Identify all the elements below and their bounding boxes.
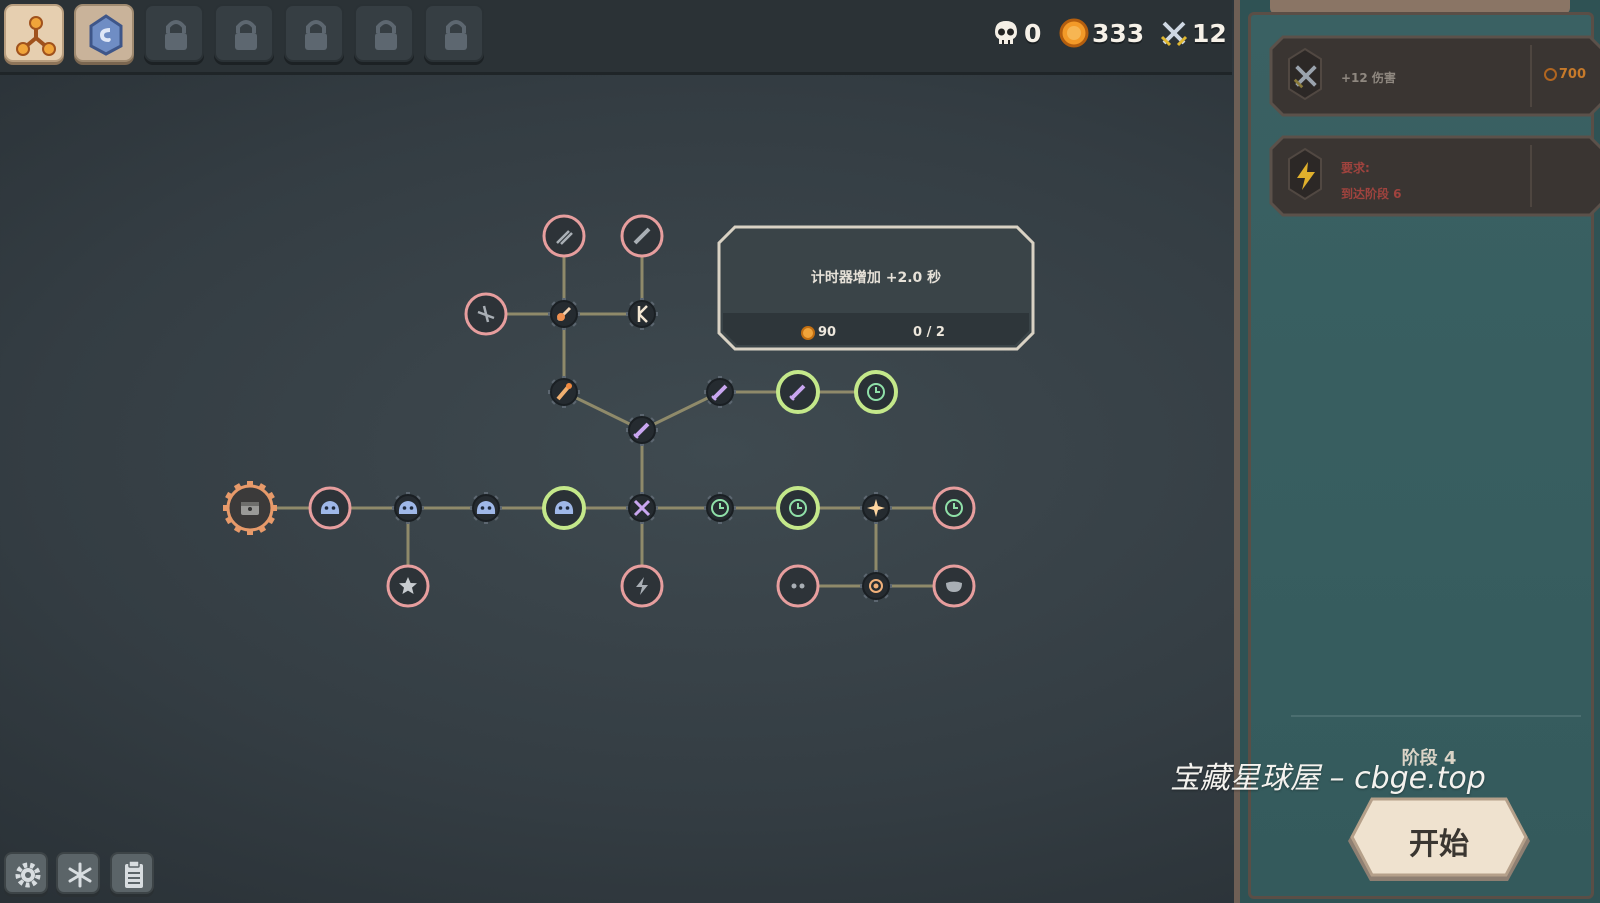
tooltip-cost: 90 (801, 325, 836, 340)
card-requirement-label: 要求: (1341, 161, 1370, 175)
tab-locked-2[interactable] (214, 4, 274, 62)
coins-counter: 333 (1058, 16, 1144, 50)
skill-node-sw4[interactable] (854, 370, 898, 414)
gear-chest-icon (241, 502, 259, 515)
skill-node-n6[interactable] (704, 492, 736, 524)
coin-icon (1059, 18, 1089, 48)
swords-damage-icon (1160, 21, 1188, 47)
tooltip-description: 计时器增加 +2.0 秒 (810, 270, 942, 286)
skill-node-n2[interactable] (392, 492, 424, 524)
skill-node-fire[interactable] (548, 298, 580, 330)
upgrade-card-damage[interactable]: +12 伤害 700 (1269, 35, 1600, 117)
tab-locked-3[interactable] (284, 4, 344, 62)
card-requirement-text: 到达阶段 6 (1341, 187, 1402, 201)
skill-node-b3[interactable] (932, 564, 976, 608)
skill-node-n8[interactable] (860, 492, 892, 524)
tab-rune[interactable] (74, 4, 134, 62)
skill-node-rune[interactable] (626, 298, 658, 330)
lock-icon (235, 20, 257, 50)
skill-node-sw[interactable] (626, 414, 658, 446)
lock-icon (375, 20, 397, 50)
skill-node-blade[interactable] (620, 214, 664, 258)
tab-skill-tree[interactable] (4, 4, 64, 62)
coin-icon (1543, 68, 1557, 81)
skill-tree (223, 214, 976, 608)
snowflake-icon (68, 862, 92, 888)
clipboard-icon (125, 860, 143, 888)
lightning-icon (1297, 162, 1315, 190)
skill-node-n7[interactable] (776, 486, 820, 530)
card-damage-cost-value: 700 (1558, 67, 1586, 82)
skill-node-b1[interactable] (776, 564, 820, 608)
skill-node-sw2[interactable] (704, 376, 736, 408)
tree-icon (16, 16, 56, 56)
damage-value: 12 (1192, 18, 1227, 48)
top-bar: 0 333 12 (0, 0, 1232, 75)
skull-icon (995, 21, 1017, 44)
watermark: 宝藏星球屋 – cbge.top (1170, 761, 1486, 796)
start-button-label: 开始 (1409, 827, 1469, 862)
skill-node-sw3[interactable] (776, 370, 820, 414)
skill-node-n3[interactable] (470, 492, 502, 524)
panel-divider (1291, 715, 1581, 717)
skill-node-bow[interactable] (464, 292, 508, 336)
tooltip-cost-value: 90 (818, 325, 837, 340)
tooltip-frame (717, 225, 1035, 351)
skill-node-b2[interactable] (860, 570, 892, 602)
skill-node-star[interactable] (386, 564, 430, 608)
settings-button[interactable] (4, 852, 48, 894)
notes-button[interactable] (110, 852, 154, 894)
coins-value: 333 (1092, 18, 1145, 48)
skill-tooltip: 计时器增加 +2.0 秒 90 0 / 2 (717, 225, 1035, 351)
skill-node-root[interactable] (223, 481, 277, 535)
start-button[interactable]: 开始 (1344, 797, 1534, 889)
skill-node-n1[interactable] (308, 486, 352, 530)
skill-node-n4[interactable] (542, 486, 586, 530)
skill-node-bolt[interactable] (620, 564, 664, 608)
lock-icon (305, 20, 327, 50)
damage-counter: 12 (1158, 16, 1227, 50)
upgrade-card-requirement[interactable]: 要求: 到达阶段 6 (1269, 135, 1600, 217)
coin-icon (801, 325, 815, 340)
kills-value: 0 (1024, 18, 1042, 48)
kills-counter: 0 (990, 16, 1041, 50)
effects-button[interactable] (56, 852, 100, 894)
skill-node-hub[interactable] (626, 492, 658, 524)
rune-stone-icon (89, 14, 123, 56)
gear-icon (15, 862, 41, 888)
skill-node-n9[interactable] (932, 486, 976, 530)
tab-locked-5[interactable] (424, 4, 484, 62)
tooltip-level: 0 / 2 (913, 325, 945, 340)
lock-icon (445, 20, 467, 50)
card-damage-cost: 700 (1543, 67, 1586, 82)
tab-locked-1[interactable] (144, 4, 204, 62)
sword-damage-icon (1293, 65, 1317, 89)
tab-locked-4[interactable] (354, 4, 414, 62)
lock-icon (165, 20, 187, 50)
skill-node-flame[interactable] (548, 376, 580, 408)
skill-node-arrows[interactable] (542, 214, 586, 258)
card-damage-text: +12 伤害 (1341, 71, 1396, 85)
